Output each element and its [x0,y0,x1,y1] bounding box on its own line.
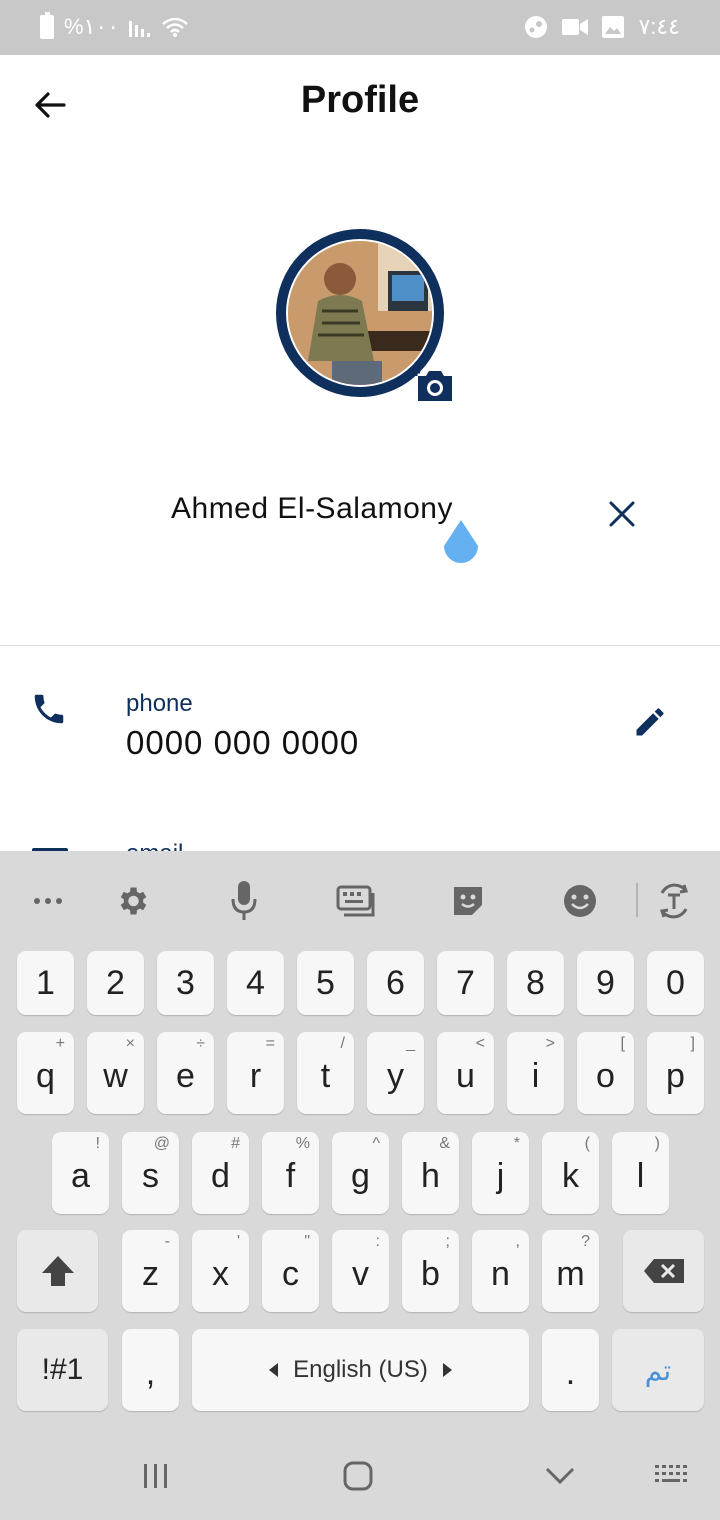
key-y[interactable]: _ y [367,1032,424,1114]
camera-icon [414,368,452,401]
key-2[interactable]: 2 [87,951,144,1015]
key-6[interactable]: 6 [367,951,424,1015]
key-g[interactable]: ^ g [332,1132,389,1214]
profile-avatar-container [276,229,452,401]
phone-row: phone 0000 000 0000 [0,680,720,780]
change-photo-button[interactable] [414,367,454,403]
caret-left-icon [269,1363,279,1377]
shift-key[interactable] [17,1230,98,1312]
key-f[interactable]: % f [262,1132,319,1214]
key-8[interactable]: 8 [507,951,564,1015]
wifi-icon [162,17,188,37]
emoji-icon[interactable] [558,879,602,923]
divider [0,645,720,646]
key-3[interactable]: 3 [157,951,214,1015]
gear-icon[interactable] [110,879,154,923]
key-1[interactable]: 1 [17,951,74,1015]
name-input[interactable]: Ahmed El-Salamony [171,492,453,526]
home-button[interactable] [338,1459,378,1493]
phone-icon [34,694,64,724]
sticker-icon[interactable] [446,879,490,923]
key-9[interactable]: 9 [577,951,634,1015]
key-h[interactable]: & h [402,1132,459,1214]
app-bar: Profile [0,55,720,155]
clear-name-button[interactable] [604,496,640,532]
battery-icon [40,12,54,39]
space-key[interactable]: English (US) [192,1329,529,1411]
key-p[interactable]: ] p [647,1032,704,1114]
hide-keyboard-button[interactable] [540,1459,580,1493]
key-m[interactable]: ? m [542,1230,599,1312]
system-nav-bar [0,1431,720,1520]
key-0[interactable]: 0 [647,951,704,1015]
backspace-key[interactable] [623,1230,704,1312]
key-k[interactable]: (k [542,1132,599,1214]
key-4[interactable]: 4 [227,951,284,1015]
microphone-icon[interactable] [222,879,266,923]
video-icon [562,19,589,35]
key-a[interactable]: ! a [52,1132,109,1214]
signal-icon [129,21,151,37]
symbols-key[interactable]: !#1 [17,1329,108,1411]
key-5[interactable]: 5 [297,951,354,1015]
caret-right-icon [442,1363,452,1377]
key-7[interactable]: 7 [437,951,494,1015]
key-x[interactable]: ' x [192,1230,249,1312]
key-d[interactable]: # d [192,1132,249,1214]
keyboard-mode-icon[interactable] [334,879,378,923]
name-field-row: Ahmed El-Salamony [0,490,720,563]
profile-photo [288,241,432,385]
battery-percent: %١٠٠ [64,14,120,39]
keyboard-toolbar [0,851,720,941]
shift-arrow-icon [41,1256,74,1286]
keyboard: 1 2 3 4 5 6 7 8 9 0 + q × w ÷ e = r / t _ y < u… [0,851,720,1431]
phone-value: 0000 000 0000 [126,724,360,761]
translate-icon[interactable] [652,879,696,923]
key-c[interactable]: " c [262,1230,319,1312]
key-v[interactable]: :v [332,1230,389,1312]
key-r[interactable]: = r [227,1032,284,1114]
status-time: ٧:٤٤ [638,14,680,39]
key-w[interactable]: × w [87,1032,144,1114]
status-bar: %١٠٠ ٧:٤٤ [0,0,720,55]
key-n[interactable]: ,n [472,1230,529,1312]
page-title: Profile [300,79,420,121]
home-icon [343,1461,373,1491]
pencil-icon[interactable] [632,704,668,740]
key-b[interactable]: ; b [402,1230,459,1312]
key-j[interactable]: * j [472,1132,529,1214]
done-key[interactable]: تم [612,1329,704,1411]
close-icon [609,501,635,527]
key-u[interactable]: < u [437,1032,494,1114]
recent-apps-icon [144,1464,167,1488]
key-l[interactable]: ) l [612,1132,669,1214]
steam-icon [525,16,548,38]
more-options-icon[interactable] [26,879,70,923]
comma-key[interactable]: , [122,1329,179,1411]
period-key[interactable]: . [542,1329,599,1411]
key-q[interactable]: + q [17,1032,74,1114]
keyboard-switch-button[interactable] [652,1459,692,1493]
key-i[interactable]: > i [507,1032,564,1114]
backspace-icon [643,1259,684,1283]
key-z[interactable]: -z [122,1230,179,1312]
key-t[interactable]: / t [297,1032,354,1114]
image-icon [602,16,625,38]
key-s[interactable]: @ s [122,1132,179,1214]
phone-label: phone [126,690,193,717]
key-e[interactable]: ÷ e [157,1032,214,1114]
key-o[interactable]: [o [577,1032,634,1114]
toolbar-separator [636,883,638,917]
recent-apps-button[interactable] [136,1459,176,1493]
keyboard-grid-icon [655,1465,687,1482]
text-cursor-handle[interactable] [442,520,480,568]
chevron-down-icon [545,1467,575,1485]
